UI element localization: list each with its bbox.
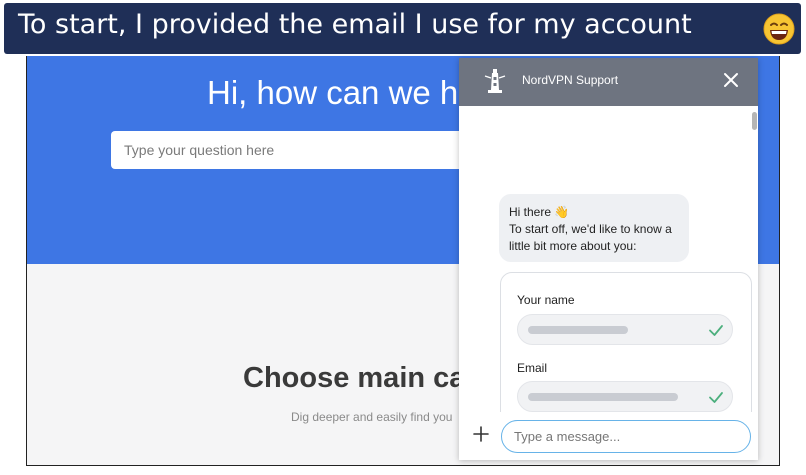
section-subtitle: Dig deeper and easily find you [291, 410, 453, 424]
close-icon[interactable] [721, 70, 741, 90]
email-label: Email [517, 361, 548, 375]
check-icon [709, 325, 723, 336]
info-form: Your name Email [500, 272, 752, 412]
chat-header: NordVPN Support [459, 58, 758, 106]
chat-title: NordVPN Support [522, 73, 619, 87]
grinning-face-emoji-icon [763, 13, 795, 45]
hero-title: Hi, how can we h [207, 74, 459, 111]
chat-composer [459, 412, 758, 460]
greeting-line: little bit more about you: [509, 239, 637, 253]
message-input[interactable] [501, 420, 751, 453]
greeting-bubble: Hi there 👋 To start off, we'd like to kn… [499, 194, 689, 262]
lighthouse-logo-icon [484, 69, 506, 93]
caption-text: To start, I provided the email I use for… [18, 9, 692, 40]
greeting-line: To start off, we'd like to know a [509, 222, 672, 236]
email-field[interactable] [517, 381, 733, 412]
caption-banner: To start, I provided the email I use for… [0, 0, 806, 56]
check-icon [709, 392, 723, 403]
greeting-line: Hi there 👋 [509, 205, 570, 219]
section-title: Choose main ca [243, 362, 466, 394]
name-field[interactable] [517, 314, 733, 345]
chat-widget: NordVPN Support Hi there 👋 To start off,… [459, 58, 758, 460]
caption-box: To start, I provided the email I use for… [4, 3, 801, 54]
name-label: Your name [517, 293, 575, 307]
redacted-value [528, 326, 628, 334]
scrollbar-thumb[interactable] [752, 112, 757, 130]
chat-messages[interactable]: Hi there 👋 To start off, we'd like to kn… [459, 106, 758, 412]
redacted-value [528, 393, 678, 401]
plus-icon[interactable] [473, 426, 489, 442]
